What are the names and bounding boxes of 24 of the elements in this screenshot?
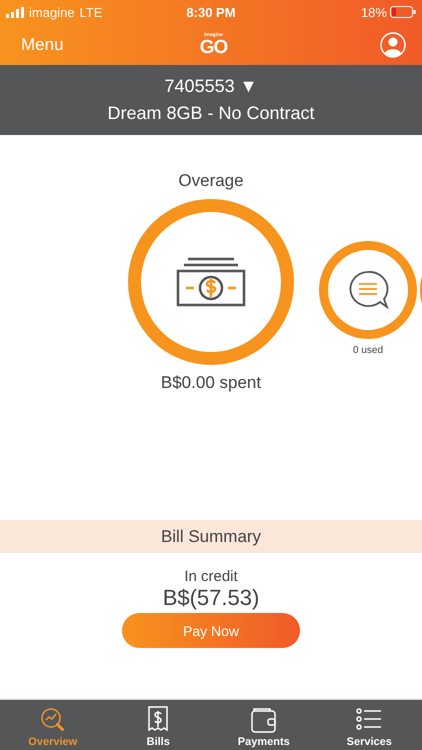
chat-bubble-icon (347, 270, 389, 310)
magnifier-chart-icon (38, 706, 67, 734)
carrier-name: imagine (29, 4, 75, 20)
usage-caption: B$0.00 spent (160, 373, 262, 393)
receipt-icon (147, 706, 170, 734)
section-header: Bill Summary (0, 520, 422, 553)
banknote-icon (176, 256, 246, 308)
logo-text: GO (200, 38, 228, 56)
clock-time: 8:30 PM (186, 4, 236, 20)
battery-percent: 18% (360, 4, 387, 20)
usage-title: Overage (178, 171, 244, 192)
tab-bar-item[interactable]: Payments (211, 700, 316, 750)
tab-bar-item[interactable]: Services (316, 700, 422, 750)
account-selector[interactable]: 7405553 ▼ (164, 76, 258, 97)
plan-name: Dream 8GB - No Contract (107, 103, 315, 124)
wallet-icon (250, 706, 278, 734)
signal-icon (6, 6, 24, 18)
usage-caption: 0 used (352, 345, 384, 356)
user-icon (380, 32, 406, 58)
tab-bar-item[interactable]: Bills (106, 700, 211, 750)
credit-status: In credit (184, 568, 238, 585)
balance-amount: B$(57.53) (162, 585, 260, 611)
battery-icon (390, 6, 416, 18)
network-type: LTE (80, 4, 102, 20)
